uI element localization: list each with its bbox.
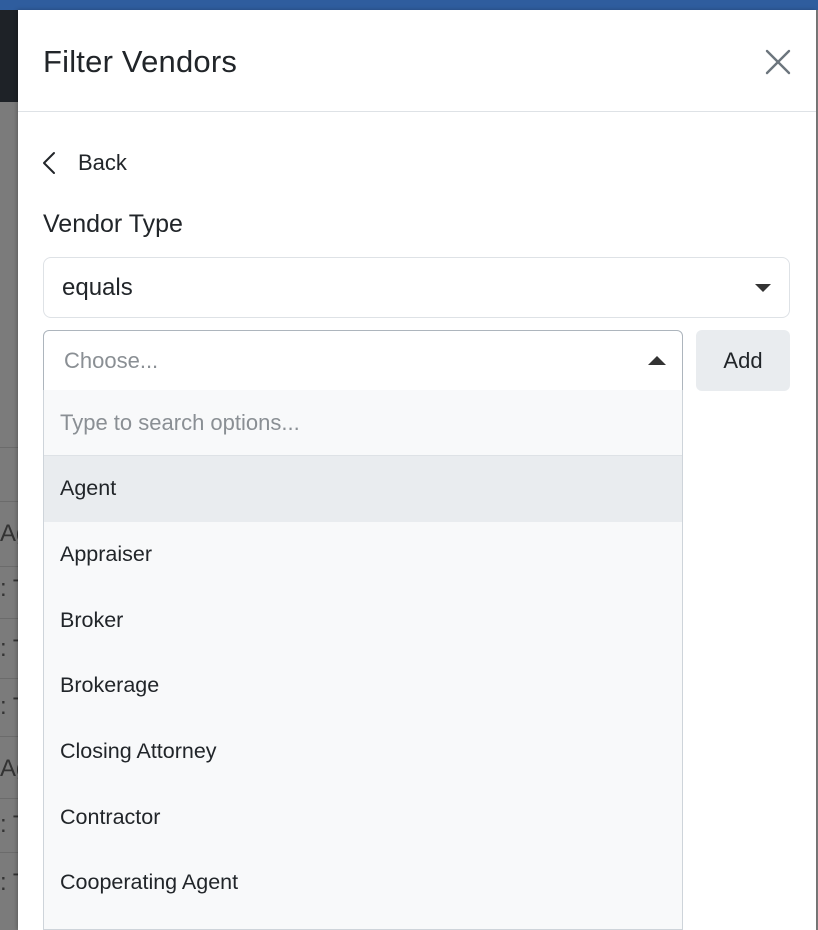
option-broker[interactable]: Broker [44,587,682,653]
background-text-fragment: : T [0,635,18,662]
vendor-type-select[interactable]: Choose... [43,330,683,391]
background-divider [0,736,18,737]
modal-title: Filter Vendors [43,44,238,79]
operator-select[interactable]: equals [43,257,790,318]
caret-up-icon [648,356,666,365]
option-appraiser[interactable]: Appraiser [44,522,682,588]
options-list: Agent Appraiser Broker Brokerage Closing… [44,456,682,916]
option-brokerage[interactable]: Brokerage [44,653,682,719]
vendor-type-placeholder: Choose... [64,347,159,373]
background-divider [0,798,18,799]
options-search-input[interactable] [44,390,682,456]
background-divider [0,501,18,502]
add-button[interactable]: Add [696,330,790,391]
background-divider [0,678,18,679]
close-button[interactable] [762,46,794,78]
background-text-fragment: : T [0,869,18,896]
background-text-fragment: : T [0,811,18,838]
option-cooperating-agent[interactable]: Cooperating Agent [44,850,682,916]
filter-vendors-modal: Filter Vendors Back Vendor Type equals C… [18,10,816,930]
option-agent[interactable]: Agent [44,456,682,522]
background-divider [0,566,18,567]
modal-header: Filter Vendors [18,10,816,112]
background-text-fragment: : T [0,575,18,602]
close-icon [765,49,791,75]
background-divider [0,852,18,853]
vendor-type-dropdown: Agent Appraiser Broker Brokerage Closing… [43,390,683,930]
background-top-bar [0,0,818,10]
option-contractor[interactable]: Contractor [44,784,682,850]
background-divider [0,447,18,448]
option-closing-attorney[interactable]: Closing Attorney [44,719,682,785]
background-page [0,102,18,930]
background-text-fragment: Ag [0,520,18,547]
operator-selected-value: equals [62,273,133,301]
background-text-fragment: Ag [0,755,18,782]
background-header [0,10,18,102]
caret-down-icon [755,284,771,292]
chevron-left-icon [43,152,55,174]
vendor-type-label: Vendor Type [43,210,183,238]
background-divider [0,618,18,619]
back-label: Back [78,150,127,175]
back-button[interactable]: Back [42,148,127,178]
background-text-fragment: : T [0,693,18,720]
